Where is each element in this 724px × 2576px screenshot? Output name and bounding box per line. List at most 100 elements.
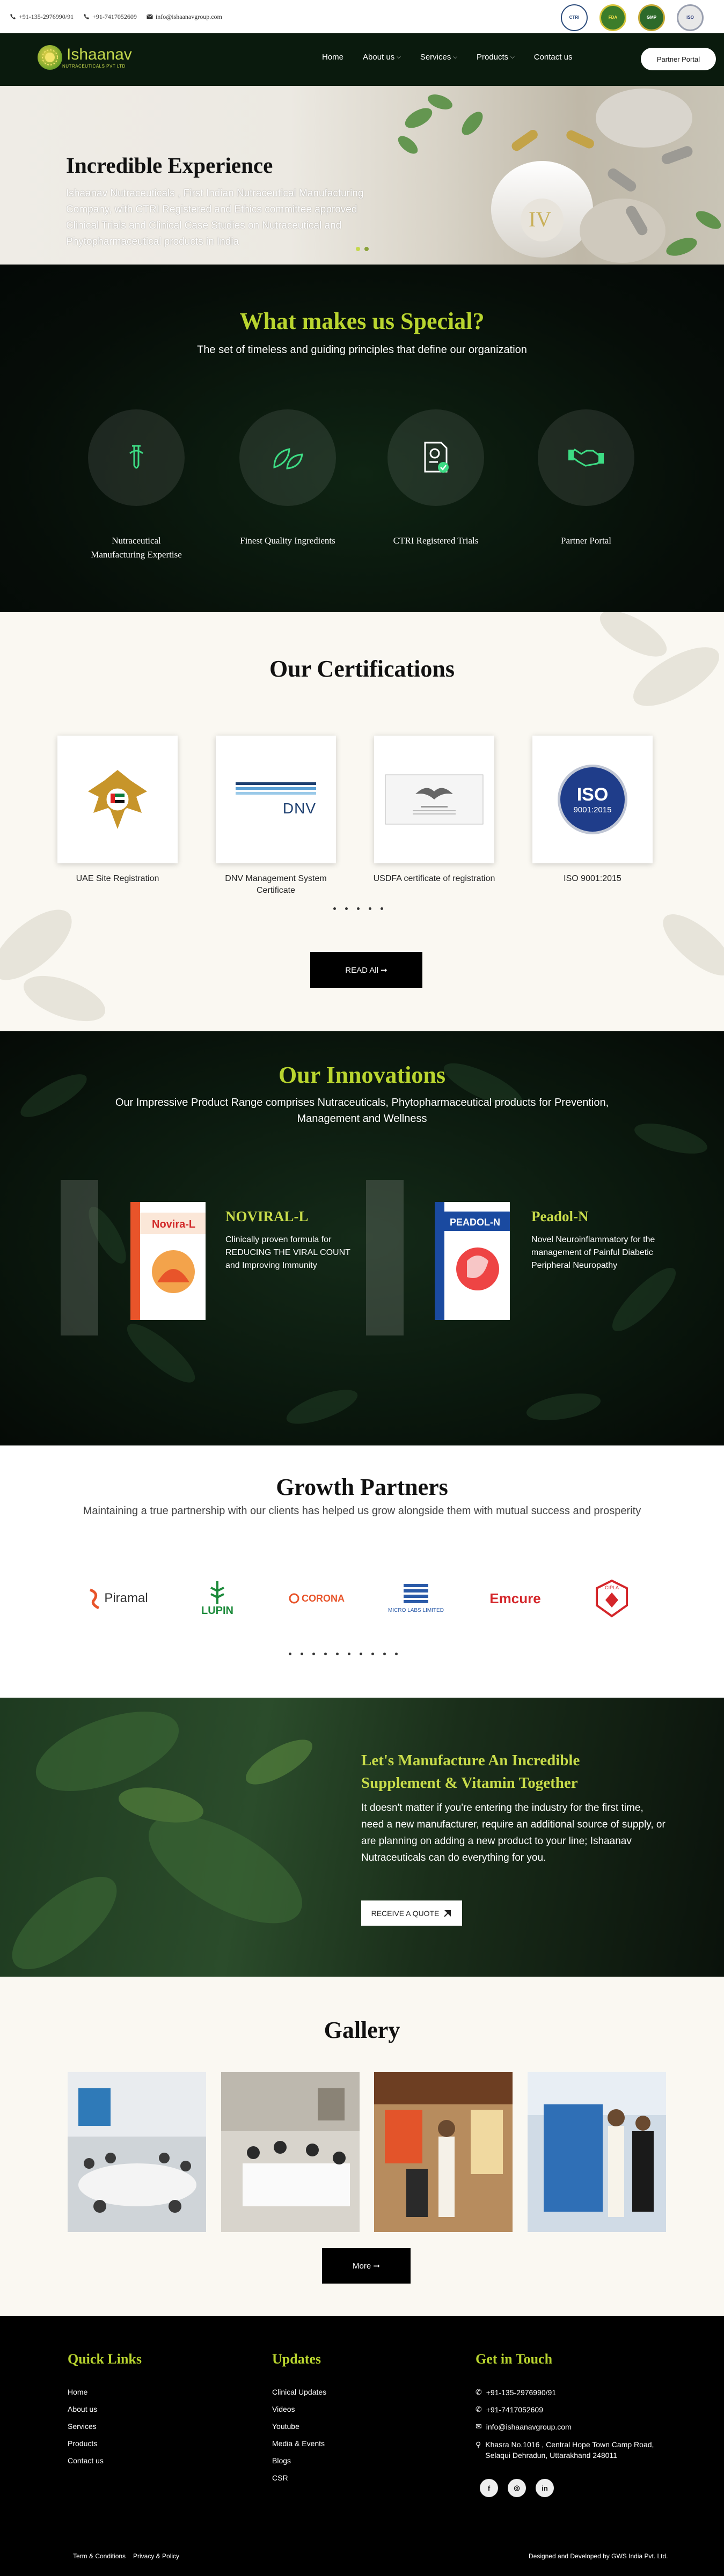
carousel-dot[interactable]: [348, 1653, 350, 1655]
gallery-more-button[interactable]: More ➞: [322, 2248, 411, 2284]
partner-portal-button[interactable]: Partner Portal: [641, 48, 716, 70]
feature-card: Nutraceutical Manufacturing Expertise: [88, 409, 185, 562]
gallery-image[interactable]: [528, 2072, 666, 2232]
svg-text:Novira-L: Novira-L: [152, 1219, 195, 1230]
product-image-noviral[interactable]: Novira-L: [130, 1202, 206, 1320]
cert-card-uae[interactable]: [57, 736, 178, 863]
special-title: What makes us Special?: [239, 308, 485, 334]
nav-item-services[interactable]: Services ⌵: [420, 53, 457, 62]
carousel-dot[interactable]: [369, 907, 371, 910]
email-link[interactable]: info@ishaanavgroup.com: [147, 13, 222, 21]
terms-link[interactable]: Term & Conditions: [73, 2552, 126, 2560]
carousel-dot[interactable]: [395, 1653, 398, 1655]
gmp-badge: GMP: [638, 4, 665, 31]
footer-link-contact[interactable]: Contact us: [68, 2456, 104, 2465]
product-description: Novel Neuroinflammatory for the manageme…: [531, 1235, 655, 1270]
carousel-next-tile[interactable]: [366, 1180, 404, 1335]
carousel-dot[interactable]: [381, 907, 383, 910]
phone-link-2[interactable]: +91-7417052609: [83, 13, 137, 21]
footer-link-clinical-updates[interactable]: Clinical Updates: [272, 2388, 326, 2396]
gallery-image[interactable]: [221, 2072, 360, 2232]
footer-email[interactable]: ✉ info@ishaanavgroup.com: [476, 2422, 572, 2431]
ctri-badge: CTRI: [561, 4, 588, 31]
cert-card-iso[interactable]: ISO 9001:2015: [532, 736, 653, 863]
footer-link-products[interactable]: Products: [68, 2439, 97, 2448]
carousel-dot[interactable]: [383, 1653, 386, 1655]
carousel-dot[interactable]: [336, 1653, 339, 1655]
footer-link-youtube[interactable]: Youtube: [272, 2422, 299, 2431]
logo-icon: [38, 45, 62, 70]
carousel-dot[interactable]: [356, 247, 360, 251]
cert-card-dnv[interactable]: DNV: [216, 736, 336, 863]
manufacture-title: Let's Manufacture An Incredible Suppleme…: [361, 1752, 580, 1792]
product-name: Peadol-N: [531, 1208, 589, 1224]
svg-text:CIPLA: CIPLA: [605, 1585, 619, 1590]
carousel-dot[interactable]: [345, 907, 348, 910]
feature-card: Finest Quality Ingredients: [239, 409, 336, 548]
uae-emblem-icon: [88, 770, 147, 829]
facebook-icon[interactable]: f: [480, 2479, 498, 2497]
read-all-button[interactable]: READ All ➞: [310, 952, 422, 988]
contact-title: Get in Touch: [476, 2351, 553, 2367]
instagram-icon[interactable]: ◎: [508, 2479, 526, 2497]
gallery-image[interactable]: [68, 2072, 206, 2232]
nav-item-products[interactable]: Products ⌵: [477, 53, 515, 62]
footer-link-home[interactable]: Home: [68, 2388, 87, 2396]
footer-link-about[interactable]: About us: [68, 2405, 97, 2413]
privacy-link[interactable]: Privacy & Policy: [133, 2552, 179, 2560]
carousel-dot[interactable]: [360, 1653, 362, 1655]
phone-icon: [10, 13, 16, 20]
footer-phone-2[interactable]: ✆ +91-7417052609: [476, 2405, 543, 2414]
cert-card-usdfa[interactable]: [374, 736, 494, 863]
nav-item-contact[interactable]: Contact us: [534, 53, 573, 62]
svg-text:IV: IV: [529, 207, 551, 231]
footer-address: ⚲ Khasra No.1016 , Central Hope Town Camp…: [476, 2440, 654, 2460]
carousel-dot[interactable]: [357, 907, 360, 910]
partner-logo-cipla: CIPLA: [580, 1574, 644, 1623]
hero-title: Incredible Experience: [66, 153, 273, 178]
main-navbar: Ishaanav NUTRACEUTICALS PVT LTD Home Abo…: [0, 33, 724, 86]
cert-label: UAE Site Registration: [76, 874, 159, 883]
partners-carousel-dots: [289, 1653, 398, 1655]
carousel-dot[interactable]: [312, 1653, 315, 1655]
innovations-title: Our Innovations: [279, 1062, 445, 1088]
cert-carousel-dots: [333, 907, 383, 910]
phone-link-1[interactable]: +91-135-2976990/91: [10, 13, 74, 21]
partner-logo-emcure: Emcure: [489, 1590, 541, 1606]
nav-item-home[interactable]: Home: [322, 53, 343, 62]
carousel-dot[interactable]: [364, 247, 369, 251]
manufacture-cta-section: Let's Manufacture An Incredible Suppleme…: [0, 1698, 724, 1977]
partner-logo-microlabs: MICRO LABS LIMITED: [376, 1574, 456, 1623]
certifications-title: Our Certifications: [269, 656, 455, 682]
carousel-dot[interactable]: [301, 1653, 303, 1655]
footer-link-media-events[interactable]: Media & Events: [272, 2439, 325, 2448]
carousel-dot[interactable]: [324, 1653, 327, 1655]
gallery-section: Gallery More ➞: [0, 1977, 724, 2316]
partner-logo-lupin: LUPIN: [188, 1574, 247, 1623]
carousel-dot[interactable]: [289, 1653, 291, 1655]
product-image-peadol[interactable]: PEADOL-N: [435, 1202, 510, 1320]
footer-link-services[interactable]: Services: [68, 2422, 97, 2431]
certification-badges: CTRI FDA GMP ISO: [561, 4, 704, 31]
carousel-dot[interactable]: [371, 1653, 374, 1655]
site-logo[interactable]: Ishaanav NUTRACEUTICALS PVT LTD: [38, 45, 132, 70]
partners-section: Growth Partners Maintaining a true partn…: [0, 1445, 724, 1698]
footer-link-blogs[interactable]: Blogs: [272, 2456, 291, 2465]
special-subtitle: The set of timeless and guiding principl…: [197, 344, 527, 356]
cert-label: ISO 9001:2015: [564, 874, 621, 883]
piramal-mark-icon: [90, 1588, 100, 1609]
mail-icon: ✉: [476, 2422, 482, 2431]
footer-phone-1[interactable]: ✆ +91-135-2976990/91: [476, 2388, 556, 2397]
carousel-prev-tile[interactable]: [61, 1180, 98, 1335]
iso-badge: ISO: [677, 4, 704, 31]
partners-subtitle: Maintaining a true partnership with our …: [83, 1505, 641, 1517]
nav-item-about[interactable]: About us ⌵: [363, 53, 401, 62]
manufacture-body: It doesn't matter if you're entering the…: [361, 1802, 666, 1863]
linkedin-icon[interactable]: in: [536, 2479, 554, 2497]
carousel-dot[interactable]: [333, 907, 336, 910]
footer-link-videos[interactable]: Videos: [272, 2405, 295, 2413]
footer-link-csr[interactable]: CSR: [272, 2474, 288, 2482]
receive-quote-button[interactable]: RECEIVE A QUOTE: [361, 1900, 462, 1926]
site-footer: Quick Links Home About us Services Produ…: [0, 2316, 724, 2576]
gallery-image[interactable]: [374, 2072, 513, 2232]
